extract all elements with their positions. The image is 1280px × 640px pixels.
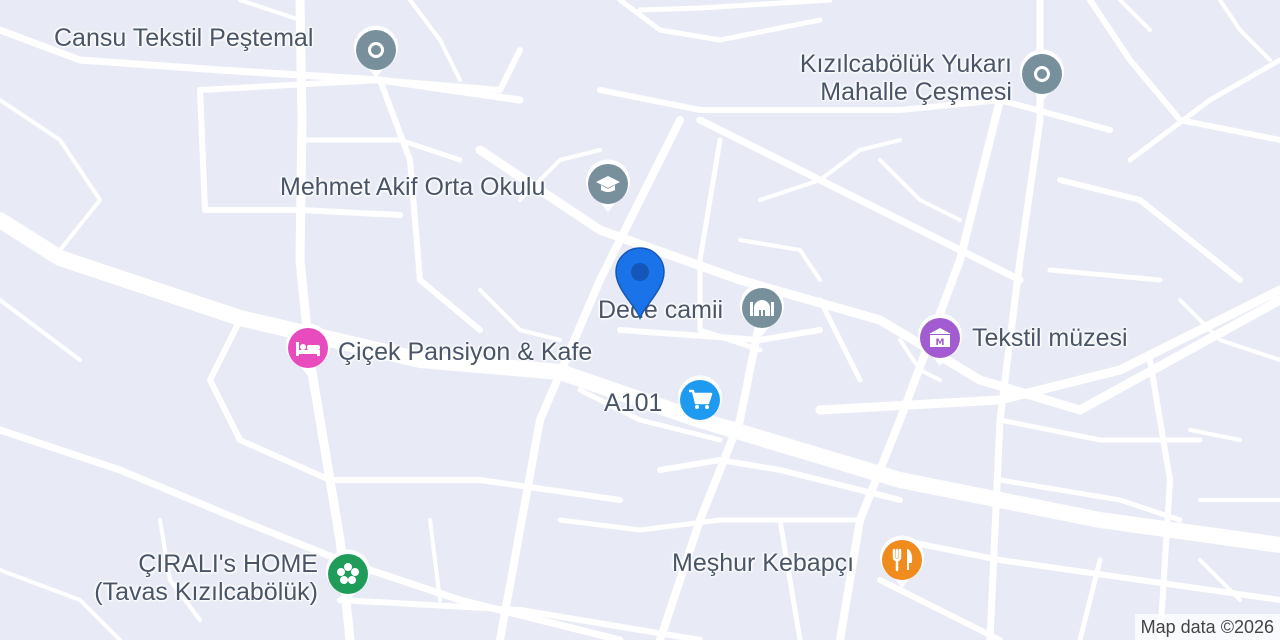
shopping-cart-icon[interactable]	[676, 374, 724, 430]
poi-mehmet-akif-okulu[interactable]: Mehmet Akif Orta Okulu	[280, 173, 545, 201]
poi-label: Meşhur Kebapçı	[672, 549, 855, 577]
mosque-icon[interactable]	[738, 282, 786, 338]
poi-label: Çiçek Pansiyon & Kafe	[338, 338, 593, 366]
graduation-cap-icon[interactable]	[584, 158, 632, 214]
poi-label-line2: Mahalle Çeşmesi	[820, 78, 1012, 106]
poi-label: Tekstil müzesi	[972, 324, 1128, 352]
poi-label: A101	[604, 389, 663, 417]
poi-label: Mehmet Akif Orta Okulu	[280, 173, 546, 201]
poi-cicek-pansiyon[interactable]: Çiçek Pansiyon & Kafe	[338, 338, 592, 366]
location-pin-icon[interactable]	[612, 246, 668, 321]
poi-cansu-tekstil[interactable]: Cansu Tekstil Peştemal	[54, 24, 313, 52]
map-attribution: Map data ©2026	[1134, 614, 1280, 640]
museum-icon[interactable]: M	[916, 312, 964, 368]
poi-a101[interactable]: A101	[604, 389, 662, 417]
poi-label: Cansu Tekstil Peştemal	[54, 24, 314, 52]
poi-meshur-kebapci[interactable]: Meşhur Kebapçı	[672, 549, 854, 577]
map-canvas[interactable]: Cansu Tekstil Peştemal Kızılcabölük Yuka…	[0, 0, 1280, 640]
poi-label-line1: ÇIRALI's HOME	[138, 550, 318, 578]
fork-knife-icon[interactable]	[878, 534, 926, 590]
poi-tekstil-muzesi[interactable]: Tekstil müzesi	[972, 324, 1128, 352]
poi-kizilcabolu-cesme[interactable]: Kızılcabölük Yukarı Mahalle Çeşmesi	[760, 50, 1012, 106]
bed-icon[interactable]	[284, 322, 332, 378]
flower-icon[interactable]	[324, 548, 372, 604]
dot-icon[interactable]	[1018, 48, 1066, 104]
poi-label-line2: (Tavas Kızılcabölük)	[94, 578, 318, 606]
svg-text:M: M	[936, 338, 945, 348]
dot-icon[interactable]	[352, 24, 400, 80]
poi-cirali-home[interactable]: ÇIRALI's HOME (Tavas Kızılcabölük)	[66, 550, 318, 606]
poi-label-line1: Kızılcabölük Yukarı	[799, 50, 1012, 78]
